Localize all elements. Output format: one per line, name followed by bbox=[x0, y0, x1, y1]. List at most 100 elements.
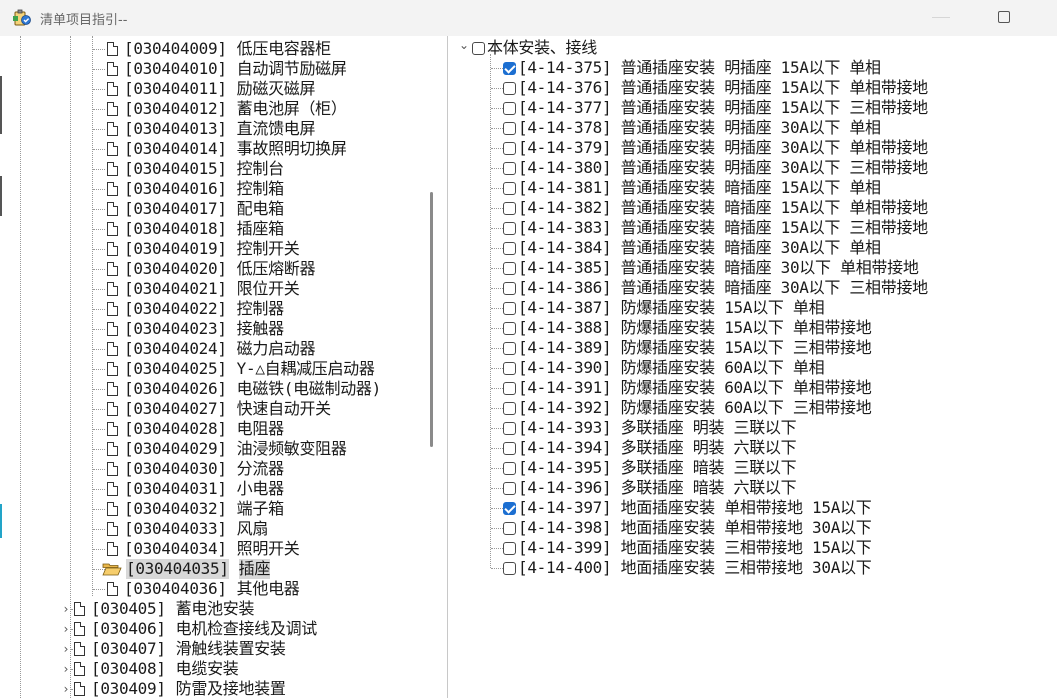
item-checkbox[interactable] bbox=[503, 121, 516, 135]
quota-item[interactable]: [4-14-385] 普通插座安装 暗插座 30以下 单相带接地 bbox=[503, 258, 919, 278]
item-code: [030404009] bbox=[124, 39, 227, 58]
item-checkbox[interactable] bbox=[503, 81, 516, 95]
quota-item[interactable]: [4-14-391] 防爆插座安装 60A以下 单相带接地 bbox=[503, 378, 872, 398]
item-checkbox[interactable] bbox=[503, 321, 516, 335]
item-checkbox[interactable] bbox=[503, 361, 516, 375]
right-tree-pane[interactable]: ⌄ 本体安装、接线 [4-14-375] 普通插座安装 明插座 15A以下 单相 [4… bbox=[448, 36, 1057, 698]
item-checkbox[interactable] bbox=[503, 201, 516, 215]
tree-item[interactable]: [030404027] 快速自动开关 bbox=[107, 399, 331, 419]
item-checkbox[interactable] bbox=[503, 461, 516, 475]
tree-item[interactable]: [030404036] 其他电器 bbox=[107, 579, 300, 599]
quota-item[interactable]: [4-14-383] 普通插座安装 暗插座 15A以下 三相带接地 bbox=[503, 218, 928, 238]
expand-arrow-icon[interactable]: › bbox=[60, 639, 72, 659]
expand-arrow-icon[interactable]: › bbox=[60, 659, 72, 679]
quota-item[interactable]: [4-14-380] 普通插座安装 明插座 30A以下 三相带接地 bbox=[503, 158, 928, 178]
tree-item[interactable]: [030404012] 蓄电池屏（柜） bbox=[107, 99, 347, 119]
root-checkbox[interactable] bbox=[472, 41, 485, 55]
item-checkbox[interactable] bbox=[503, 501, 516, 515]
item-checkbox[interactable] bbox=[503, 101, 516, 115]
tree-item[interactable]: [030404029] 油浸频敏变阻器 bbox=[107, 439, 347, 459]
tree-item[interactable]: [030404024] 磁力启动器 bbox=[107, 339, 315, 359]
quota-item[interactable]: [4-14-381] 普通插座安装 暗插座 15A以下 单相 bbox=[503, 178, 881, 198]
tree-item[interactable]: [030404010] 自动调节励磁屏 bbox=[107, 59, 347, 79]
quota-item[interactable]: [4-14-392] 防爆插座安装 60A以下 三相带接地 bbox=[503, 398, 872, 418]
tree-group[interactable]: › [030405] 蓄电池安装 bbox=[60, 599, 255, 619]
quota-item[interactable]: [4-14-396] 多联插座 暗装 六联以下 bbox=[503, 478, 797, 498]
item-checkbox[interactable] bbox=[503, 561, 516, 575]
quota-item[interactable]: [4-14-384] 普通插座安装 暗插座 30A以下 单相 bbox=[503, 238, 881, 258]
maximize-icon[interactable] bbox=[998, 11, 1010, 23]
item-checkbox[interactable] bbox=[503, 341, 516, 355]
tree-group[interactable]: › [030408] 电缆安装 bbox=[60, 659, 239, 679]
item-checkbox[interactable] bbox=[503, 61, 516, 75]
quota-item[interactable]: [4-14-379] 普通插座安装 明插座 30A以下 单相带接地 bbox=[503, 138, 928, 158]
quota-item[interactable]: [4-14-400] 地面插座安装 三相带接地 30A以下 bbox=[503, 558, 872, 578]
quota-item[interactable]: [4-14-377] 普通插座安装 明插座 15A以下 三相带接地 bbox=[503, 98, 928, 118]
tree-item[interactable]: [030404034] 照明开关 bbox=[107, 539, 300, 559]
tree-item[interactable]: [030404014] 事故照明切换屏 bbox=[107, 139, 347, 159]
item-checkbox[interactable] bbox=[503, 401, 516, 415]
quota-item[interactable]: [4-14-397] 地面插座安装 单相带接地 15A以下 bbox=[503, 498, 872, 518]
quota-item[interactable]: [4-14-393] 多联插座 明装 三联以下 bbox=[503, 418, 797, 438]
tree-item[interactable]: [030404015] 控制台 bbox=[107, 159, 284, 179]
quota-item[interactable]: [4-14-388] 防爆插座安装 15A以下 单相带接地 bbox=[503, 318, 872, 338]
expand-arrow-icon[interactable]: › bbox=[60, 679, 72, 698]
quota-item[interactable]: [4-14-387] 防爆插座安装 15A以下 单相 bbox=[503, 298, 825, 318]
quota-item[interactable]: [4-14-395] 多联插座 暗装 三联以下 bbox=[503, 458, 797, 478]
item-checkbox[interactable] bbox=[503, 301, 516, 315]
tree-item[interactable]: [030404020] 低压熔断器 bbox=[107, 259, 315, 279]
tree-item[interactable]: [030404011] 励磁灭磁屏 bbox=[107, 79, 315, 99]
item-checkbox[interactable] bbox=[503, 161, 516, 175]
vertical-scrollbar[interactable] bbox=[430, 192, 433, 447]
item-checkbox[interactable] bbox=[503, 241, 516, 255]
quota-item[interactable]: [4-14-389] 防爆插座安装 15A以下 三相带接地 bbox=[503, 338, 872, 358]
tree-item[interactable]: [030404019] 控制开关 bbox=[107, 239, 300, 259]
quota-item[interactable]: [4-14-375] 普通插座安装 明插座 15A以下 单相 bbox=[503, 58, 881, 78]
item-checkbox[interactable] bbox=[503, 481, 516, 495]
item-checkbox[interactable] bbox=[503, 181, 516, 195]
expand-arrow-icon[interactable]: › bbox=[60, 619, 72, 639]
tree-item[interactable]: [030404016] 控制箱 bbox=[107, 179, 284, 199]
item-checkbox[interactable] bbox=[503, 261, 516, 275]
quota-item[interactable]: [4-14-386] 普通插座安装 暗插座 30A以下 三相带接地 bbox=[503, 278, 928, 298]
tree-item[interactable]: [030404013] 直流馈电屏 bbox=[107, 119, 315, 139]
left-tree-pane[interactable]: [030404009] 低压电容器柜 [030404010] 自动调节励磁屏 [0304… bbox=[0, 36, 448, 698]
item-checkbox[interactable] bbox=[503, 221, 516, 235]
tree-item[interactable]: [030404031] 小电器 bbox=[107, 479, 284, 499]
quota-item[interactable]: [4-14-376] 普通插座安装 明插座 15A以下 单相带接地 bbox=[503, 78, 928, 98]
tree-group[interactable]: › [030406] 电机检查接线及调试 bbox=[60, 619, 318, 639]
tree-item[interactable]: [030404028] 电阻器 bbox=[107, 419, 284, 439]
tree-item[interactable]: [030404035] 插座 bbox=[102, 559, 270, 579]
tree-item[interactable]: [030404017] 配电箱 bbox=[107, 199, 284, 219]
tree-item[interactable]: [030404030] 分流器 bbox=[107, 459, 284, 479]
tree-item[interactable]: [030404018] 插座箱 bbox=[107, 219, 284, 239]
expand-arrow-icon[interactable]: › bbox=[60, 599, 72, 619]
item-checkbox[interactable] bbox=[503, 281, 516, 295]
quota-item[interactable]: [4-14-378] 普通插座安装 明插座 30A以下 单相 bbox=[503, 118, 881, 138]
tree-item[interactable]: [030404009] 低压电容器柜 bbox=[107, 39, 331, 59]
item-checkbox[interactable] bbox=[503, 421, 516, 435]
tree-item[interactable]: [030404021] 限位开关 bbox=[107, 279, 300, 299]
tree-root[interactable]: ⌄ 本体安装、接线 bbox=[458, 38, 597, 58]
tree-item[interactable]: [030404026] 电磁铁(电磁制动器) bbox=[107, 379, 381, 399]
tree-group[interactable]: › [030407] 滑触线装置安装 bbox=[60, 639, 286, 659]
quota-item[interactable]: [4-14-399] 地面插座安装 三相带接地 15A以下 bbox=[503, 538, 872, 558]
item-checkbox[interactable] bbox=[503, 381, 516, 395]
item-checkbox[interactable] bbox=[503, 541, 516, 555]
tree-item[interactable]: [030404025] Y-△自耦减压启动器 bbox=[107, 359, 375, 379]
collapse-arrow-icon[interactable]: ⌄ bbox=[458, 36, 470, 55]
clipboard-icon[interactable] bbox=[12, 8, 32, 28]
tree-group[interactable]: › [030409] 防雷及接地装置 bbox=[60, 679, 286, 698]
minimize-icon[interactable] bbox=[932, 17, 950, 18]
item-checkbox[interactable] bbox=[503, 141, 516, 155]
quota-item[interactable]: [4-14-394] 多联插座 明装 六联以下 bbox=[503, 438, 797, 458]
item-checkbox[interactable] bbox=[503, 521, 516, 535]
tree-item[interactable]: [030404032] 端子箱 bbox=[107, 499, 284, 519]
quota-item[interactable]: [4-14-382] 普通插座安装 暗插座 15A以下 单相带接地 bbox=[503, 198, 928, 218]
item-checkbox[interactable] bbox=[503, 441, 516, 455]
quota-item[interactable]: [4-14-390] 防爆插座安装 60A以下 单相 bbox=[503, 358, 825, 378]
tree-item[interactable]: [030404033] 风扇 bbox=[107, 519, 268, 539]
tree-item[interactable]: [030404023] 接触器 bbox=[107, 319, 284, 339]
tree-item[interactable]: [030404022] 控制器 bbox=[107, 299, 284, 319]
quota-item[interactable]: [4-14-398] 地面插座安装 单相带接地 30A以下 bbox=[503, 518, 872, 538]
